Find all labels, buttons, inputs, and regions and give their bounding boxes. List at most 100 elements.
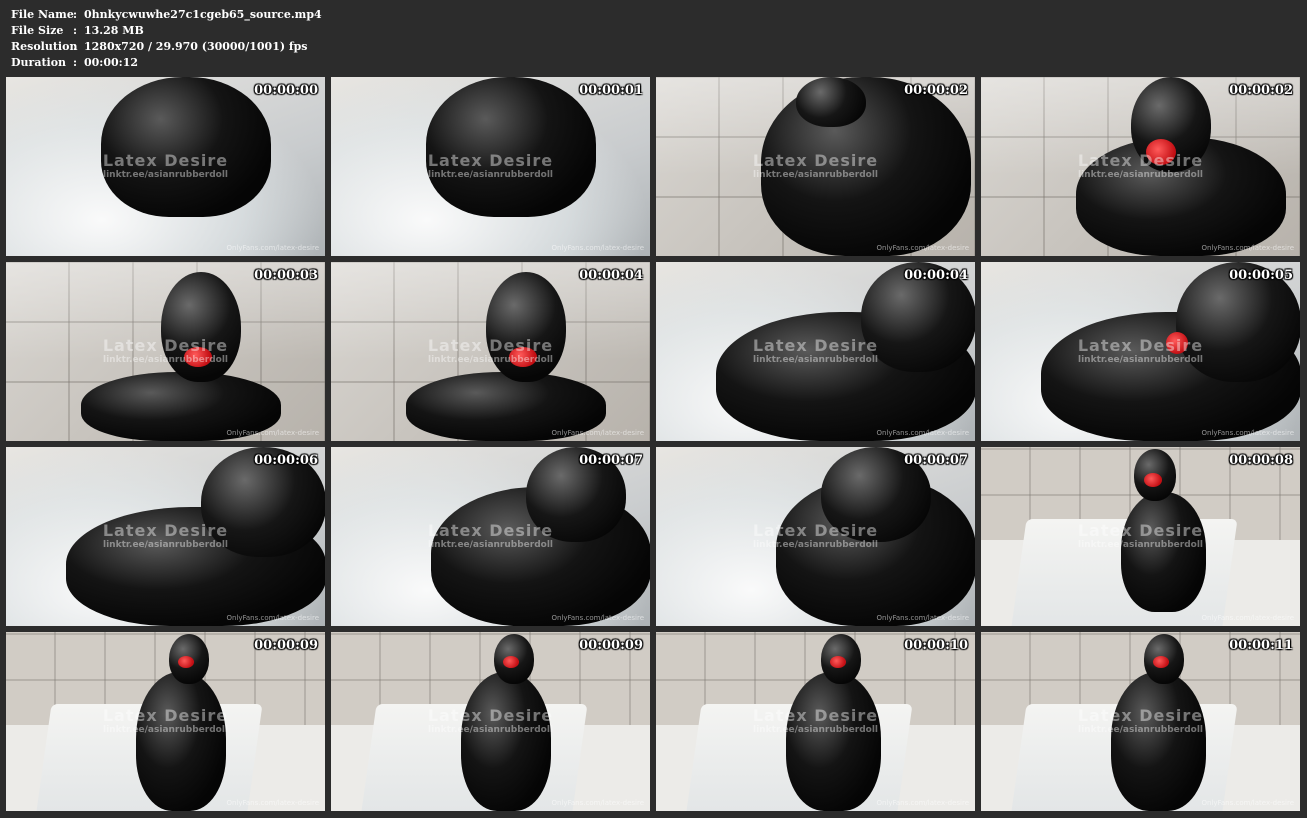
watermark-link: linktr.ee/asianrubberdoll — [753, 355, 878, 365]
figure-shape — [101, 77, 271, 217]
watermark-link: linktr.ee/asianrubberdoll — [428, 355, 553, 365]
watermark-onlyfans: OnlyFans.com/latex-desire — [876, 244, 969, 252]
figure-shape — [461, 672, 551, 811]
thumbnail-grid: Latex Desire linktr.ee/asianrubberdoll Onl… — [6, 77, 1300, 811]
watermark-title: Latex Desire — [102, 336, 229, 355]
watermark-link: linktr.ee/asianrubberdoll — [428, 725, 553, 735]
watermark-link: linktr.ee/asianrubberdoll — [103, 355, 228, 365]
thumbnail-timestamp: 00:00:08 — [1229, 453, 1293, 468]
thumbnail-timestamp: 00:00:09 — [254, 638, 318, 653]
file-size-label: File Size — [11, 24, 64, 37]
head-shape — [796, 77, 866, 127]
watermark-title: Latex Desire — [752, 706, 879, 725]
watermark-onlyfans: OnlyFans.com/latex-desire — [226, 614, 319, 622]
resolution-row: Resolution : 1280x720 / 29.970 (30000/10… — [11, 39, 322, 55]
separator: : — [73, 56, 78, 69]
watermark-title: Latex Desire — [102, 151, 229, 170]
duration-row: Duration : 00:00:12 — [11, 55, 322, 71]
video-thumbnail[interactable]: Latex Desire linktr.ee/asianrubberdoll Onl… — [656, 447, 975, 626]
watermark-onlyfans: OnlyFans.com/latex-desire — [551, 799, 644, 807]
watermark-link: linktr.ee/asianrubberdoll — [1078, 170, 1203, 180]
figure-shape — [426, 77, 596, 217]
video-thumbnail[interactable]: Latex Desire linktr.ee/asianrubberdoll Onl… — [656, 632, 975, 811]
thumbnail-timestamp: 00:00:11 — [1229, 638, 1293, 653]
watermark-link: linktr.ee/asianrubberdoll — [1078, 540, 1203, 550]
file-info-panel: File Name : 0hnkycwuwhe27c1cgeb65_source… — [11, 7, 322, 71]
mouth-shape — [830, 656, 846, 668]
watermark-title: Latex Desire — [1077, 521, 1204, 540]
figure-shape — [136, 672, 226, 811]
thumbnail-timestamp: 00:00:04 — [579, 268, 643, 283]
figure-shape — [786, 672, 881, 811]
figure-shape — [1121, 492, 1206, 612]
watermark-title: Latex Desire — [427, 151, 554, 170]
watermark-title: Latex Desire — [752, 521, 879, 540]
watermark-title: Latex Desire — [427, 521, 554, 540]
resolution-value: 1280x720 / 29.970 (30000/1001) fps — [84, 40, 308, 53]
watermark-link: linktr.ee/asianrubberdoll — [1078, 355, 1203, 365]
separator: : — [73, 8, 78, 21]
watermark-link: linktr.ee/asianrubberdoll — [428, 540, 553, 550]
file-size-row: File Size : 13.28 MB — [11, 23, 322, 39]
watermark-title: Latex Desire — [752, 336, 879, 355]
mouth-shape — [503, 656, 519, 668]
watermark-title: Latex Desire — [752, 151, 879, 170]
watermark-link: linktr.ee/asianrubberdoll — [103, 170, 228, 180]
thumbnail-timestamp: 00:00:00 — [254, 83, 318, 98]
watermark-link: linktr.ee/asianrubberdoll — [753, 725, 878, 735]
duration-value: 00:00:12 — [84, 56, 139, 69]
video-thumbnail[interactable]: Latex Desire linktr.ee/asianrubberdoll Onl… — [331, 632, 650, 811]
watermark-onlyfans: OnlyFans.com/latex-desire — [226, 429, 319, 437]
video-thumbnail[interactable]: Latex Desire linktr.ee/asianrubberdoll Onl… — [981, 632, 1300, 811]
video-thumbnail[interactable]: Latex Desire linktr.ee/asianrubberdoll Onl… — [331, 447, 650, 626]
mouth-shape — [1153, 656, 1169, 668]
video-thumbnail[interactable]: Latex Desire linktr.ee/asianrubberdoll Onl… — [6, 447, 325, 626]
video-thumbnail[interactable]: Latex Desire linktr.ee/asianrubberdoll Onl… — [656, 262, 975, 441]
watermark-link: linktr.ee/asianrubberdoll — [428, 170, 553, 180]
thumbnail-timestamp: 00:00:03 — [254, 268, 318, 283]
resolution-label: Resolution — [11, 40, 78, 53]
watermark-onlyfans: OnlyFans.com/latex-desire — [1201, 244, 1294, 252]
video-thumbnail[interactable]: Latex Desire linktr.ee/asianrubberdoll Onl… — [331, 262, 650, 441]
thumbnail-timestamp: 00:00:10 — [904, 638, 968, 653]
watermark-onlyfans: OnlyFans.com/latex-desire — [551, 429, 644, 437]
thumbnail-timestamp: 00:00:04 — [904, 268, 968, 283]
watermark-title: Latex Desire — [102, 706, 229, 725]
watermark-onlyfans: OnlyFans.com/latex-desire — [876, 614, 969, 622]
watermark-onlyfans: OnlyFans.com/latex-desire — [226, 244, 319, 252]
watermark-onlyfans: OnlyFans.com/latex-desire — [1201, 799, 1294, 807]
thumbnail-timestamp: 00:00:07 — [579, 453, 643, 468]
watermark-onlyfans: OnlyFans.com/latex-desire — [1201, 614, 1294, 622]
mouth-shape — [178, 656, 194, 668]
video-thumbnail[interactable]: Latex Desire linktr.ee/asianrubberdoll Onl… — [331, 77, 650, 256]
watermark-title: Latex Desire — [427, 706, 554, 725]
mouth-shape — [1144, 473, 1162, 487]
watermark-onlyfans: OnlyFans.com/latex-desire — [551, 244, 644, 252]
video-thumbnail[interactable]: Latex Desire linktr.ee/asianrubberdoll Onl… — [981, 447, 1300, 626]
video-thumbnail[interactable]: Latex Desire linktr.ee/asianrubberdoll Onl… — [6, 77, 325, 256]
thumbnail-timestamp: 00:00:06 — [254, 453, 318, 468]
watermark-onlyfans: OnlyFans.com/latex-desire — [226, 799, 319, 807]
watermark-title: Latex Desire — [1077, 151, 1204, 170]
watermark-title: Latex Desire — [427, 336, 554, 355]
file-name-value: 0hnkycwuwhe27c1cgeb65_source.mp4 — [84, 8, 322, 21]
watermark-onlyfans: OnlyFans.com/latex-desire — [876, 429, 969, 437]
separator: : — [73, 24, 78, 37]
separator: : — [73, 40, 78, 53]
video-thumbnail[interactable]: Latex Desire linktr.ee/asianrubberdoll Onl… — [981, 262, 1300, 441]
thumbnail-timestamp: 00:00:02 — [904, 83, 968, 98]
file-name-label: File Name — [11, 8, 74, 21]
video-thumbnail[interactable]: Latex Desire linktr.ee/asianrubberdoll Onl… — [981, 77, 1300, 256]
watermark-onlyfans: OnlyFans.com/latex-desire — [551, 614, 644, 622]
thumbnail-timestamp: 00:00:09 — [579, 638, 643, 653]
video-thumbnail[interactable]: Latex Desire linktr.ee/asianrubberdoll Onl… — [656, 77, 975, 256]
thumbnail-timestamp: 00:00:07 — [904, 453, 968, 468]
file-size-value: 13.28 MB — [84, 24, 144, 37]
file-name-row: File Name : 0hnkycwuwhe27c1cgeb65_source… — [11, 7, 322, 23]
figure-shape — [1111, 672, 1206, 811]
watermark-title: Latex Desire — [1077, 336, 1204, 355]
video-thumbnail[interactable]: Latex Desire linktr.ee/asianrubberdoll Onl… — [6, 632, 325, 811]
duration-label: Duration — [11, 56, 67, 69]
watermark-link: linktr.ee/asianrubberdoll — [753, 540, 878, 550]
video-thumbnail[interactable]: Latex Desire linktr.ee/asianrubberdoll Onl… — [6, 262, 325, 441]
